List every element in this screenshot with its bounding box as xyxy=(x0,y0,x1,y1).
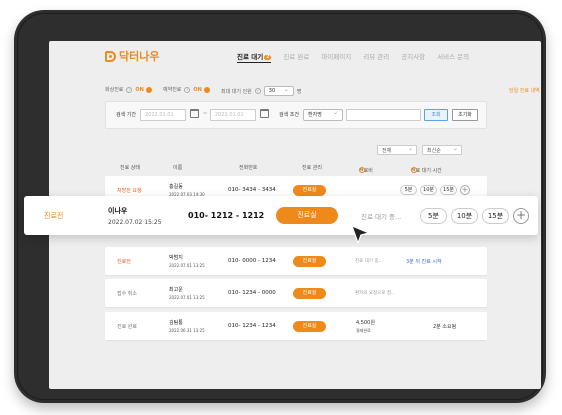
brand-logo[interactable]: 닥터나우 xyxy=(105,48,159,64)
reservation-setting: 예약진료 ? ON xyxy=(163,86,210,93)
help-icon[interactable]: ? xyxy=(254,88,261,94)
add-time-icon[interactable]: + xyxy=(513,207,529,224)
row-date: 2022.07.01 13:25 xyxy=(169,295,205,300)
delay-5-button[interactable]: 5분 xyxy=(420,207,447,224)
calendar-icon[interactable] xyxy=(260,109,269,118)
header-status: 진료 상태 xyxy=(120,165,140,171)
tab-waiting-count: 2 xyxy=(264,55,272,60)
video-consult-label: 화상진료 xyxy=(105,87,124,93)
row-wait-status: 진료 대기 중... xyxy=(355,259,383,264)
row-status: 진료 완료 xyxy=(117,323,137,330)
top-nav: 닥터나우 진료 대기 2 진료 완료 마이페이지 리뷰 관리 공지사항 서비스 문… xyxy=(49,41,541,69)
keyword-input[interactable] xyxy=(346,109,421,121)
row-phone: 010- 1234 - 0000 xyxy=(228,290,276,296)
date-separator: ~ xyxy=(203,111,208,117)
max-wait-select[interactable]: 30 xyxy=(263,86,294,96)
row-phone: 010- 0000 - 1234 xyxy=(228,258,276,264)
delay-15-button[interactable]: 15분 xyxy=(440,185,457,195)
room-button[interactable]: 진료실 xyxy=(293,287,326,299)
end-date-input[interactable]: 2022.01.01 xyxy=(210,109,256,121)
room-button[interactable]: 진료실 xyxy=(293,255,326,267)
max-wait-setting: 최대 대기 인원 ? 30 명 xyxy=(221,86,301,96)
table-header: 진료 상태 이름 전화번호 진료 관리 진료비 ? 진료 대기 시간 ? xyxy=(105,161,487,174)
row-status: 진료전 xyxy=(117,258,131,265)
row-duration: 2분 소요됨 xyxy=(433,323,457,330)
today-history-link[interactable]: 당일 진료 내역 xyxy=(509,87,540,94)
row-status: 진료전 xyxy=(44,211,64,220)
video-consult-toggle[interactable]: ON xyxy=(135,87,151,93)
row-name: 이나우 xyxy=(108,206,128,215)
mouse-cursor-icon xyxy=(351,225,370,244)
add-time-icon[interactable]: + xyxy=(460,185,470,195)
condition-select[interactable]: 환자명 xyxy=(303,109,343,121)
tab-completed[interactable]: 진료 완료 xyxy=(283,51,309,63)
header-name: 이름 xyxy=(173,165,183,171)
tab-mypage[interactable]: 마이페이지 xyxy=(321,51,351,63)
room-button[interactable]: 진료실 xyxy=(293,320,326,332)
order-select[interactable]: 최신순 xyxy=(422,145,462,155)
highlighted-table-row[interactable]: 진료전 이나우 2022.07.02 15:25 010- 1212 - 1212… xyxy=(24,196,538,235)
search-filter: 검색 기간 2022.01.01 ~ 2022.01.01 검색 조건 환자명 … xyxy=(105,101,487,129)
reservation-toggle[interactable]: ON xyxy=(193,87,209,93)
delay-10-button[interactable]: 10분 xyxy=(451,207,478,224)
row-phone: 010- 1234 - 1234 xyxy=(228,323,276,329)
row-fee: 4,500원 xyxy=(356,319,375,326)
brand-name: 닥터나우 xyxy=(119,50,160,63)
logo-icon xyxy=(105,50,116,62)
table-row[interactable]: 진료전 박범지 2022.07.01 13:25 010- 0000 - 1234… xyxy=(105,247,487,275)
row-date: 2022.07.02 15:25 xyxy=(108,218,162,226)
row-date: 2022.06.31 13:25 xyxy=(169,328,205,333)
row-status: 접수 취소 xyxy=(117,290,137,297)
row-wait-status: 진료 대기 중... xyxy=(361,212,402,221)
room-button[interactable]: 진료실 xyxy=(276,207,338,224)
table-row[interactable]: 접수 취소 최고운 2022.07.01 13:25 010- 1234 - 00… xyxy=(105,279,487,307)
row-name: 홍길동 xyxy=(169,184,183,190)
help-icon[interactable]: ? xyxy=(359,167,365,173)
tab-waiting[interactable]: 진료 대기 2 xyxy=(237,51,272,63)
room-button[interactable]: 진료실 xyxy=(293,184,326,196)
row-name: 김팀통 xyxy=(169,320,183,326)
tab-notices[interactable]: 공지사항 xyxy=(401,51,425,63)
row-name: 최고운 xyxy=(169,287,183,293)
row-cancel-reason: 환자의 요청으로 접... xyxy=(355,291,396,296)
delay-15-button[interactable]: 15분 xyxy=(482,207,509,224)
nav-tabs: 진료 대기 2 진료 완료 마이페이지 리뷰 관리 공지사항 서비스 문의 xyxy=(237,51,469,63)
header-phone: 전화번호 xyxy=(239,165,258,171)
video-consult-setting: 화상진료 ? ON xyxy=(105,86,152,93)
reservation-label: 예약진료 xyxy=(163,87,182,93)
max-wait-unit: 명 xyxy=(296,88,302,95)
help-icon[interactable]: ? xyxy=(411,167,417,173)
row-fee-status: 결제완료 xyxy=(356,327,371,333)
row-name: 박범지 xyxy=(169,255,183,261)
start-date-input[interactable]: 2022.01.01 xyxy=(140,109,186,121)
help-icon[interactable]: ? xyxy=(184,86,191,93)
search-button[interactable]: 조회 xyxy=(424,109,448,121)
tab-waiting-label: 진료 대기 xyxy=(237,53,264,61)
row-date: 2022.07.01 13:25 xyxy=(169,263,205,268)
max-wait-label: 최대 대기 인원 xyxy=(221,88,252,95)
delay-10-button[interactable]: 10분 xyxy=(420,185,437,195)
period-label: 검색 기간 xyxy=(116,112,136,118)
condition-label: 검색 조건 xyxy=(279,112,299,118)
reset-button[interactable]: 초기화 xyxy=(452,109,478,121)
row-start-note[interactable]: 3분 뒤 진료 시작 xyxy=(406,258,442,265)
settings-bar: 화상진료 ? ON 예약진료 ? ON 최대 대기 인원 ? 30 명 당일 진… xyxy=(105,86,540,98)
tab-reviews[interactable]: 리뷰 관리 xyxy=(363,51,389,63)
row-status: 처방전 요청 xyxy=(117,187,142,194)
row-phone: 010- 1212 - 1212 xyxy=(188,211,265,220)
row-phone: 010- 3434 - 3434 xyxy=(228,187,276,193)
header-manage: 진료 관리 xyxy=(302,165,322,171)
tab-support[interactable]: 서비스 문의 xyxy=(437,51,469,63)
status-filter-select[interactable]: 전체 xyxy=(377,145,417,155)
table-row[interactable]: 진료 완료 김팀통 2022.06.31 13:25 010- 1234 - 12… xyxy=(105,312,487,340)
delay-5-button[interactable]: 5분 xyxy=(400,185,417,195)
help-icon[interactable]: ? xyxy=(126,86,133,93)
calendar-icon[interactable] xyxy=(190,109,199,118)
